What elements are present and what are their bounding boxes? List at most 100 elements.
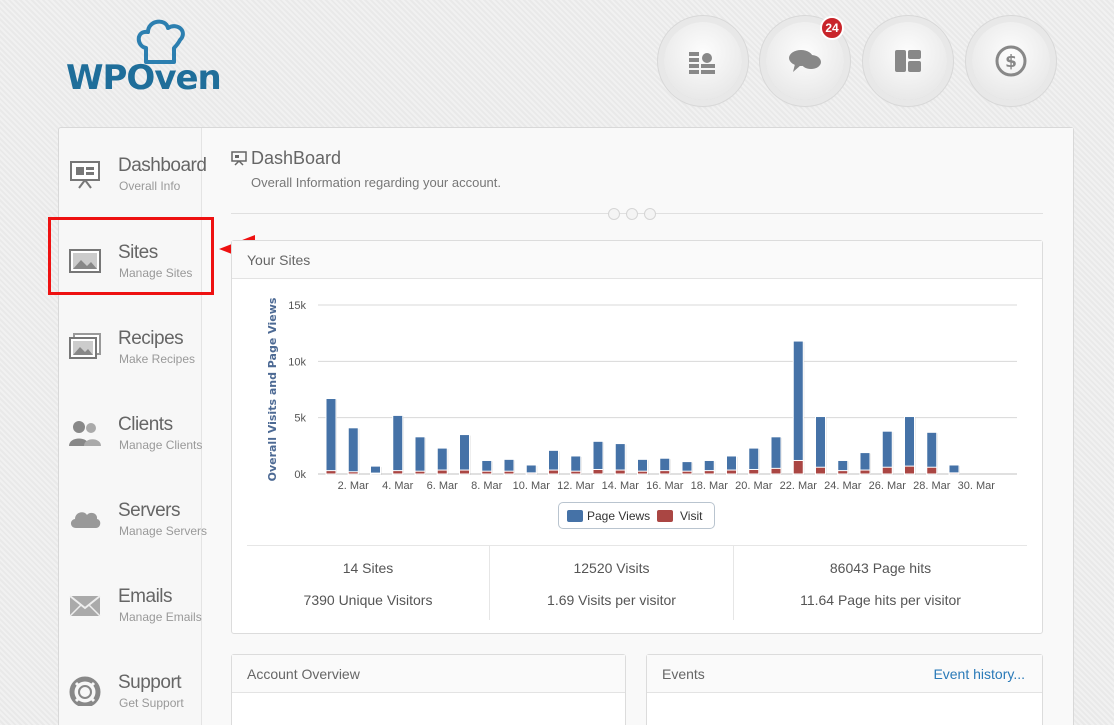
presentation-icon — [70, 161, 100, 189]
payment-button[interactable]: $ — [972, 22, 1050, 100]
bar-visit — [748, 468, 760, 475]
x-tick-label: 22. Mar — [780, 480, 818, 492]
billing-button[interactable] — [664, 22, 742, 100]
page-subtitle: Overall Information regarding your accou… — [251, 175, 502, 190]
legend-swatch-page-views — [567, 510, 583, 522]
sidebar-item-sublabel: Manage Clients — [119, 438, 203, 452]
presentation-icon — [231, 151, 247, 166]
sidebar-item-label: Support — [118, 672, 182, 693]
bar-visit — [637, 470, 648, 475]
events-card: Events Event history... — [646, 654, 1043, 725]
bar-visit — [436, 469, 448, 475]
legend-item-page-views[interactable]: Page Views — [587, 509, 650, 523]
bar-visit — [770, 467, 782, 475]
users-icon — [69, 421, 101, 446]
x-tick-label: 8. Mar — [471, 480, 503, 492]
event-history-link[interactable]: Event history... — [933, 666, 1025, 682]
sidebar-item-dashboard[interactable]: Dashboard Overall Info — [68, 155, 208, 205]
y-tick-label: 0k — [294, 469, 306, 481]
bar-page-views — [459, 434, 470, 475]
messages-badge: 24 — [820, 16, 844, 40]
bar-page-views — [325, 398, 337, 475]
sidebar-item-sublabel: Make Recipes — [119, 352, 196, 366]
y-tick-label: 10k — [288, 356, 306, 368]
sidebar-item-label: Recipes — [118, 328, 184, 349]
bar-visit — [459, 469, 470, 475]
y-axis-label: Overall Visits and Page Views — [266, 297, 279, 481]
bar-visit — [592, 468, 604, 475]
stats-summary: 14 Sites 7390 Unique Visitors 12520 Visi… — [247, 545, 1027, 620]
stat-visits: 12520 Visits 1.69 Visits per visitor — [490, 546, 733, 620]
images-stack-icon — [69, 333, 101, 359]
bar-visit — [948, 472, 960, 475]
sidebar-item-emails[interactable]: Emails Manage Emails — [68, 586, 208, 636]
carousel-dot[interactable] — [626, 208, 638, 220]
y-tick-label: 5k — [294, 413, 306, 425]
stat-value: 1.69 Visits per visitor — [547, 592, 676, 608]
bar-visit — [726, 469, 737, 475]
card-title: Your Sites — [232, 241, 1042, 279]
x-tick-label: 6. Mar — [427, 480, 459, 492]
bar-visit — [837, 470, 849, 475]
sidebar-item-sublabel: Manage Servers — [119, 524, 208, 538]
bar-visit — [525, 472, 537, 475]
sidebar-item-sublabel: Overall Info — [119, 179, 181, 193]
chat-icon — [789, 50, 821, 72]
sidebar-item-recipes[interactable]: Recipes Make Recipes — [68, 328, 208, 378]
x-tick-label: 10. Mar — [513, 480, 551, 492]
cloud-icon — [70, 512, 101, 528]
bar-page-views — [347, 427, 359, 475]
stat-page-hits: 86043 Page hits 11.64 Page hits per visi… — [734, 546, 1027, 620]
sidebar-item-clients[interactable]: Clients Manage Clients — [68, 414, 208, 464]
bar-visit — [681, 470, 693, 475]
bar-page-views — [792, 340, 804, 475]
sites-chart: 0k 5k 10k 15k Overall Visits and Page Views 2… — [266, 297, 1017, 492]
sidebar-item-label: Clients — [118, 414, 173, 435]
bar-page-views — [414, 436, 426, 475]
bar-visit — [792, 459, 804, 475]
layout-button[interactable] — [869, 22, 947, 100]
messages-button[interactable]: 24 — [766, 16, 844, 100]
x-tick-label: 14. Mar — [602, 480, 640, 492]
wpoven-logo[interactable]: WPOven — [66, 18, 236, 98]
legend-item-visit[interactable]: Visit — [680, 509, 702, 523]
chart-legend: Page Views Visit — [558, 502, 715, 529]
x-tick-label: 16. Mar — [646, 480, 684, 492]
x-tick-label: 28. Mar — [913, 480, 951, 492]
carousel-dot[interactable] — [644, 208, 656, 220]
stat-value: 14 Sites — [342, 560, 394, 576]
bar-visit — [881, 466, 893, 475]
bar-visit — [548, 469, 559, 475]
billing-icon — [689, 52, 715, 74]
sidebar-item-sublabel: Get Support — [119, 696, 184, 710]
carousel-dot[interactable] — [608, 208, 620, 220]
card-title: Account Overview — [232, 655, 625, 693]
stat-value: 11.64 Page hits per visitor — [800, 592, 961, 608]
bar-visit — [392, 470, 404, 475]
legend-swatch-visit — [657, 510, 673, 522]
dollar-icon: $ — [995, 45, 1027, 77]
sidebar-item-servers[interactable]: Servers Manage Servers — [68, 500, 208, 550]
stat-sites: 14 Sites 7390 Unique Visitors — [247, 546, 489, 620]
carousel-dots[interactable] — [608, 207, 662, 225]
account-overview-card: Account Overview — [231, 654, 626, 725]
bar-visit — [614, 469, 626, 475]
sidebar-item-sublabel: Manage Emails — [119, 610, 202, 624]
stat-value: 7390 Unique Visitors — [303, 592, 433, 608]
page-title-text: DashBoard — [251, 148, 342, 168]
bar-visit — [414, 470, 426, 475]
stat-value: 12520 Visits — [573, 560, 650, 576]
x-tick-label: 18. Mar — [691, 480, 729, 492]
lifebuoy-icon — [69, 676, 101, 706]
bar-visit — [370, 472, 381, 475]
sidebar-item-support[interactable]: Support Get Support — [68, 672, 208, 722]
bar-visit — [325, 470, 337, 475]
sidebar-item-label: Dashboard — [118, 155, 207, 176]
x-tick-label: 2. Mar — [338, 480, 370, 492]
bar-visit — [570, 470, 582, 475]
bar-page-views — [392, 414, 404, 475]
bar-visit — [503, 470, 515, 475]
bar-page-views — [815, 416, 826, 475]
layout-icon — [895, 50, 921, 72]
x-tick-label: 30. Mar — [958, 480, 996, 492]
